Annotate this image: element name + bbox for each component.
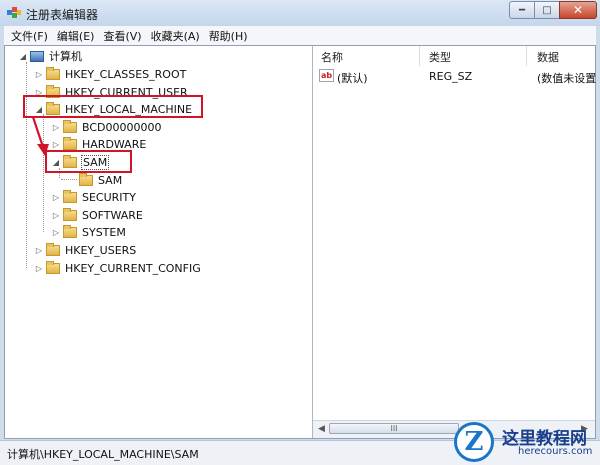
tree-node-computer[interactable]: ◢ 计算机: [18, 48, 83, 64]
folder-icon: [63, 207, 77, 221]
tree-label-hardware: HARDWARE: [82, 137, 147, 151]
site-watermark: Z 这里教程网 herecours.com: [454, 418, 600, 464]
regedit-app-icon: [7, 7, 21, 18]
menu-view[interactable]: 查看(V): [103, 28, 141, 44]
tree-node-bcd[interactable]: ▷ BCD00000000: [51, 119, 163, 135]
annotation-arrow-icon: [31, 116, 49, 156]
column-header-data[interactable]: 数据: [537, 49, 559, 65]
menu-bar: 文件(F) 编辑(E) 查看(V) 收藏夹(A) 帮助(H): [4, 26, 596, 45]
registry-tree[interactable]: ◢ 计算机 ▷ HKEY_CLASSES_ROOT ▷ HKEY_CURRENT…: [5, 46, 313, 438]
values-list[interactable]: 名称 类型 数据 ab (默认) REG_SZ (数值未设置 ◀ III ▶: [313, 46, 597, 438]
folder-icon: [46, 260, 60, 274]
tree-node-sam-child[interactable]: SAM: [77, 172, 123, 188]
scroll-thumb[interactable]: III: [329, 423, 459, 434]
watermark-logo-icon: Z: [454, 422, 494, 462]
tree-label-bcd: BCD00000000: [82, 120, 162, 134]
expand-arrow-icon[interactable]: ▷: [34, 70, 44, 79]
minimize-button[interactable]: ━: [509, 1, 535, 19]
status-path: 计算机\HKEY_LOCAL_MACHINE\SAM: [7, 448, 199, 461]
close-button[interactable]: ✕: [559, 1, 597, 19]
client-area: ◢ 计算机 ▷ HKEY_CLASSES_ROOT ▷ HKEY_CURRENT…: [4, 45, 596, 439]
list-item[interactable]: ab (默认) REG_SZ (数值未设置: [313, 68, 597, 85]
collapse-arrow-icon[interactable]: ◢: [18, 52, 28, 61]
tree-label-system: SYSTEM: [82, 225, 126, 239]
tree-node-software[interactable]: ▷ SOFTWARE: [51, 207, 144, 223]
tree-label-hkcc: HKEY_CURRENT_CONFIG: [65, 261, 201, 275]
string-value-icon: ab: [319, 69, 334, 82]
tree-node-security[interactable]: ▷ SECURITY: [51, 189, 137, 205]
watermark-url: herecours.com: [518, 446, 593, 457]
menu-favorites[interactable]: 收藏夹(A): [151, 28, 200, 44]
window-title: 注册表编辑器: [26, 8, 99, 22]
expand-arrow-icon[interactable]: ▷: [51, 211, 61, 220]
scroll-left-icon[interactable]: ◀: [318, 424, 325, 434]
column-header-name[interactable]: 名称: [321, 49, 343, 65]
tree-label-hku: HKEY_USERS: [65, 243, 137, 257]
tree-guide-line: [61, 179, 77, 180]
folder-icon: [79, 172, 93, 186]
tree-node-system[interactable]: ▷ SYSTEM: [51, 224, 127, 240]
column-header-type[interactable]: 类型: [429, 49, 451, 65]
folder-icon: [63, 189, 77, 203]
tree-label-sam-child: SAM: [98, 173, 123, 187]
value-type: REG_SZ: [429, 70, 473, 83]
tree-label-computer: 计算机: [49, 50, 82, 63]
list-header: 名称 类型 数据: [313, 46, 595, 66]
expand-arrow-icon[interactable]: ▷: [51, 228, 61, 237]
title-bar: 注册表编辑器 ━ □ ✕: [0, 0, 600, 26]
folder-icon: [63, 224, 77, 238]
close-icon: ✕: [572, 3, 584, 17]
maximize-button[interactable]: □: [534, 1, 560, 19]
menu-help[interactable]: 帮助(H): [209, 28, 248, 44]
expand-arrow-icon[interactable]: ▷: [51, 193, 61, 202]
expand-arrow-icon[interactable]: ▷: [34, 246, 44, 255]
tree-node-hkcc[interactable]: ▷ HKEY_CURRENT_CONFIG: [34, 260, 202, 276]
expand-arrow-icon[interactable]: ▷: [34, 264, 44, 273]
tree-node-hkcr[interactable]: ▷ HKEY_CLASSES_ROOT: [34, 66, 187, 82]
tree-label-hkcr: HKEY_CLASSES_ROOT: [65, 67, 187, 81]
maximize-icon: □: [542, 4, 552, 16]
folder-icon: [63, 136, 77, 150]
minimize-icon: ━: [518, 4, 526, 16]
column-divider[interactable]: [526, 46, 527, 66]
value-name: (默认): [337, 72, 368, 85]
folder-icon: [46, 66, 60, 80]
value-data: (数值未设置: [537, 72, 597, 85]
column-divider[interactable]: [419, 46, 420, 66]
tree-label-security: SECURITY: [82, 190, 136, 204]
menu-file[interactable]: 文件(F): [11, 28, 48, 44]
tree-guide-line: [26, 62, 27, 268]
menu-edit[interactable]: 编辑(E): [57, 28, 95, 44]
folder-icon: [46, 242, 60, 256]
tree-node-hku[interactable]: ▷ HKEY_USERS: [34, 242, 137, 258]
tree-label-software: SOFTWARE: [82, 208, 143, 222]
folder-icon: [63, 119, 77, 133]
computer-icon: [30, 50, 44, 62]
